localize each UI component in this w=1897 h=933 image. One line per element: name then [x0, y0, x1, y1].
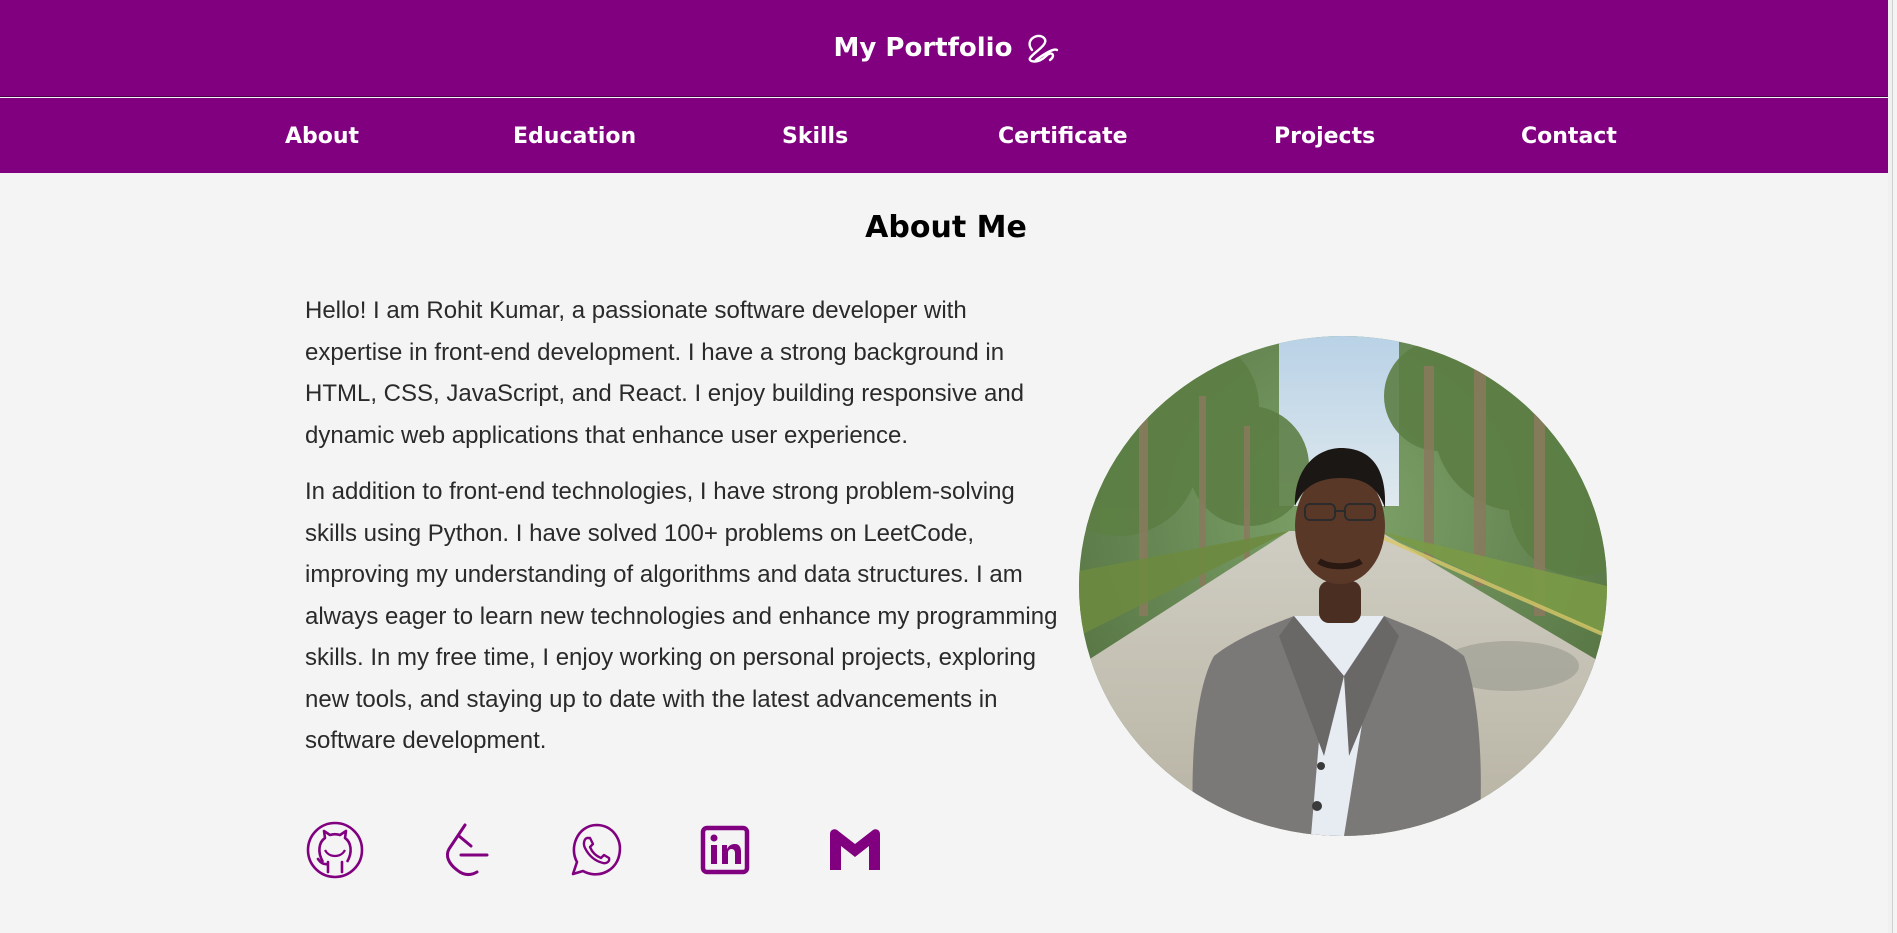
signature-icon: [1028, 34, 1059, 63]
nav-certificate[interactable]: Certificate: [998, 98, 1128, 173]
linkedin-icon: [700, 825, 750, 875]
nav-projects[interactable]: Projects: [1274, 98, 1375, 173]
profile-photo: [1079, 336, 1607, 836]
github-link[interactable]: [305, 820, 365, 880]
main-nav: About Education Skills Certificate Proje…: [0, 98, 1892, 173]
leetcode-icon: [445, 823, 489, 876]
about-paragraph-2: In addition to front-end technologies, I…: [305, 478, 1058, 754]
linkedin-link[interactable]: [695, 820, 755, 880]
gmail-link[interactable]: [825, 820, 885, 880]
about-text: Hello! I am Rohit Kumar, a passionate so…: [305, 290, 1065, 777]
page: My Portfolio About Education Skills Cert…: [0, 0, 1893, 933]
nav-education[interactable]: Education: [513, 98, 636, 173]
nav-contact[interactable]: Contact: [1521, 98, 1617, 173]
about-paragraph-1: Hello! I am Rohit Kumar, a passionate so…: [305, 297, 1025, 449]
profile-photo-image: [1079, 336, 1607, 836]
whatsapp-icon: [571, 823, 622, 876]
brand[interactable]: My Portfolio: [834, 30, 1061, 66]
whatsapp-link[interactable]: [565, 820, 625, 880]
site-title: My Portfolio: [833, 33, 1013, 63]
github-icon: [306, 821, 364, 879]
nav-skills[interactable]: Skills: [782, 98, 848, 173]
leetcode-link[interactable]: [435, 820, 495, 880]
about-heading: About Me: [865, 210, 1027, 245]
scrollbar[interactable]: [1888, 0, 1892, 933]
nav-about[interactable]: About: [285, 98, 359, 173]
site-header: My Portfolio: [0, 0, 1892, 97]
gmail-icon: [830, 829, 880, 870]
